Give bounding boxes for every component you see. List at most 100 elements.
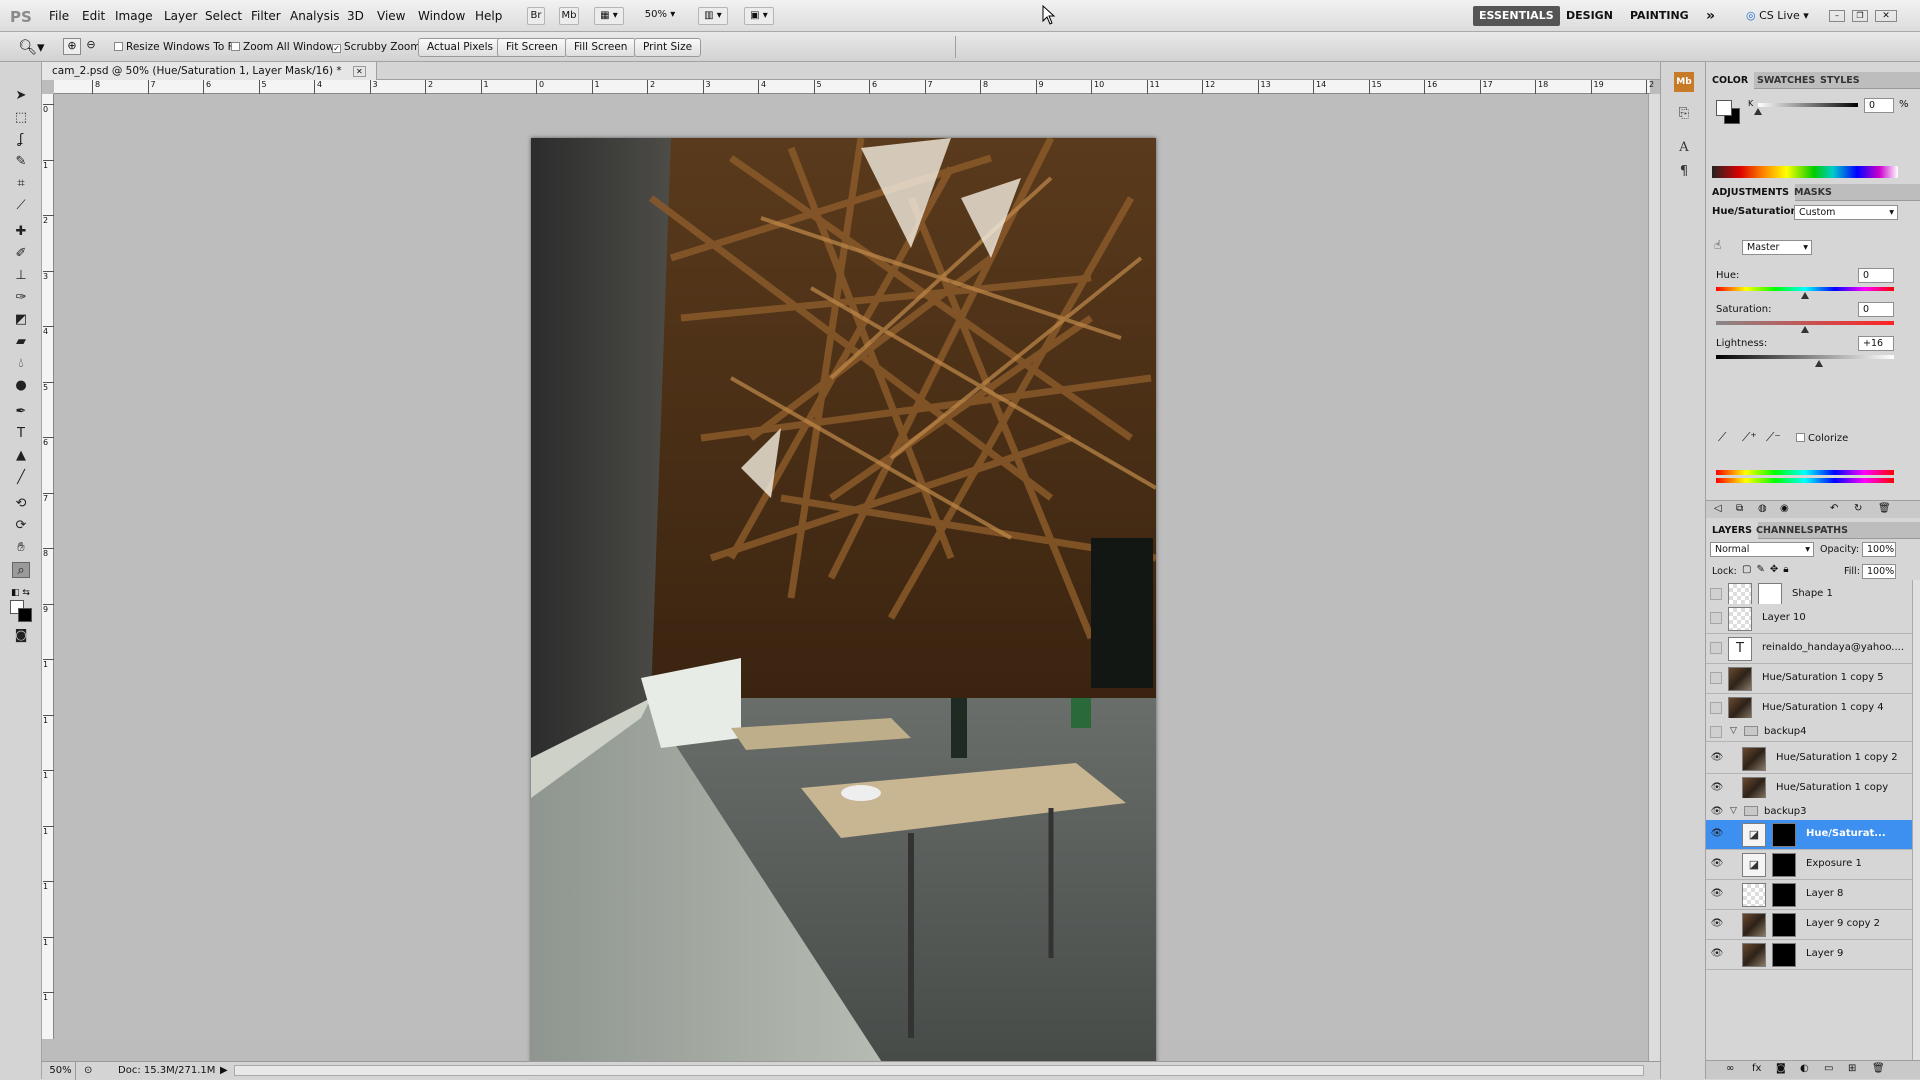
eye-icon[interactable]: 👁︎ [1710,806,1724,818]
layer-row[interactable]: 👁︎ ◪ Exposure 1 [1706,850,1912,880]
channel-select[interactable]: Master ▾ [1742,240,1812,255]
horizontal-scrollbar[interactable] [234,1065,1644,1076]
vertical-scrollbar[interactable] [1648,94,1660,1061]
saturation-thumb[interactable] [1801,326,1809,333]
expand-view-icon[interactable]: ⧉ [1736,503,1743,514]
menu-layer[interactable]: Layer [164,9,197,23]
menu-view[interactable]: View [377,9,405,23]
visibility-toggle[interactable] [1710,702,1722,714]
saturation-field[interactable]: 0 [1858,302,1894,317]
layer-row[interactable]: Hue/Saturation 1 copy 5 [1706,664,1912,694]
line-tool-icon[interactable]: ╱ [12,470,30,486]
layer-row[interactable]: ▽ backup4 [1706,718,1912,742]
3d-rotate-icon[interactable]: ⟲ [12,496,30,512]
menu-window[interactable]: Window [418,9,465,23]
paragraph-icon[interactable]: ¶ [1674,162,1694,182]
tab-paths[interactable]: PATHS [1808,522,1854,539]
menu-select[interactable]: Select [205,9,242,23]
color-foreground-swatch[interactable] [1716,100,1732,116]
status-arrow-icon[interactable]: ▶ [220,1062,228,1080]
3d-orbit-icon[interactable]: ⟳ [12,518,30,534]
trash-icon[interactable]: 🗑︎ [1878,503,1891,514]
color-spectrum-ramp[interactable] [1712,166,1898,178]
group-expand-icon[interactable]: ▽ [1730,806,1737,816]
zoom-tool-preset-icon[interactable]: 🔍︎▾ [18,38,45,56]
new-adjustment-icon[interactable]: ◐ [1800,1063,1809,1074]
previous-state-icon[interactable]: ↶ [1830,503,1838,514]
layer-mask-thumbnail[interactable] [1772,883,1796,907]
k-slider-track[interactable] [1758,103,1858,107]
preset-select[interactable]: Custom ▾ [1794,205,1898,220]
clip-icon[interactable]: ◍ [1758,503,1767,514]
eye-icon[interactable]: 👁︎ [1710,858,1724,870]
status-zoom[interactable]: 50% [46,1062,76,1080]
path-selection-icon[interactable]: ▲ [12,448,30,464]
workspace-essentials[interactable]: ESSENTIALS [1473,6,1560,26]
visibility-toggle[interactable] [1710,726,1722,738]
resize-windows-checkbox[interactable]: Resize Windows To Fit [114,41,240,53]
lightness-slider[interactable] [1716,355,1894,359]
fill-field[interactable]: 100% [1862,564,1896,579]
close-tab-icon[interactable]: ✕ [353,66,366,77]
visibility-toggle[interactable] [1710,612,1722,624]
layer-row[interactable]: 👁︎ Hue/Saturation 1 copy 2 [1706,744,1912,774]
lightness-thumb[interactable] [1815,360,1823,367]
menu-edit[interactable]: Edit [82,9,105,23]
menu-filter[interactable]: Filter [251,9,281,23]
tab-styles[interactable]: STYLES [1814,72,1866,89]
eye-icon[interactable]: 👁︎ [1710,948,1724,960]
eyedropper-tool-icon[interactable]: ⟋ [12,198,30,214]
eye-icon[interactable]: 👁︎ [1710,918,1724,930]
more-workspaces-icon[interactable]: » [1700,6,1721,26]
link-layers-icon[interactable]: ∞ [1726,1063,1734,1074]
target-adjustment-icon[interactable]: ☝ [1714,238,1721,252]
character-icon[interactable]: A [1674,138,1694,158]
workspace-design[interactable]: DESIGN [1560,6,1619,26]
delete-layer-icon[interactable]: 🗑︎ [1872,1063,1885,1074]
visibility-toggle[interactable] [1710,642,1722,654]
menu-help[interactable]: Help [475,9,502,23]
brush-tool-icon[interactable]: ✐ [12,246,30,262]
layer-mask-thumbnail[interactable] [1772,823,1796,847]
return-icon[interactable]: ◁ [1714,503,1722,514]
new-group-icon[interactable]: ▭ [1824,1063,1833,1074]
marquee-tool-icon[interactable]: ⬚ [12,110,30,126]
layer-row[interactable]: Treinaldo_handaya@yahoo.... [1706,634,1912,664]
k-slider-thumb[interactable] [1754,108,1762,115]
background-color-swatch[interactable] [18,608,32,622]
status-menu-icon[interactable]: ⊙ [84,1062,92,1080]
mini-bridge-icon[interactable]: Mb [1674,72,1694,92]
document-image[interactable] [531,138,1156,1076]
layer-mask-thumbnail[interactable] [1772,853,1796,877]
bridge-button[interactable]: Br [527,7,545,25]
workspace-painting[interactable]: PAINTING [1624,6,1695,26]
reset-icon[interactable]: ↻ [1854,503,1862,514]
tab-masks[interactable]: MASKS [1788,184,1838,201]
layer-style-icon[interactable]: fx [1752,1063,1761,1074]
arrange-documents-button[interactable]: ▥ ▾ [698,7,728,25]
zoom-all-windows-checkbox[interactable]: Zoom All Windows [231,41,340,53]
eyedropper-icon[interactable]: ⟋ [1718,430,1726,445]
move-tool-icon[interactable]: ➤ [12,88,30,104]
k-value-field[interactable]: 0 [1864,98,1894,113]
history-icon[interactable]: ⎘ [1674,104,1694,124]
zoom-level-select[interactable]: 50% ▾ [638,7,682,25]
layer-mask-thumbnail[interactable] [1772,913,1796,937]
zoom-in-icon[interactable]: ⊕ [63,38,81,55]
clone-stamp-icon[interactable]: ⊥ [12,268,30,284]
eye-icon[interactable]: 👁︎ [1710,782,1724,794]
hue-slider[interactable] [1716,287,1894,291]
visibility-toggle[interactable] [1710,588,1722,600]
close-icon[interactable]: ✕ [1875,10,1897,22]
menu-image[interactable]: Image [115,9,153,23]
menu-file[interactable]: File [49,9,69,23]
quick-mask-icon[interactable]: ◙ [12,628,30,644]
tab-adjustments[interactable]: ADJUSTMENTS [1706,184,1796,201]
menu-analysis[interactable]: Analysis [290,9,339,23]
screen-mode-button[interactable]: ▣ ▾ [744,7,774,25]
type-tool-icon[interactable]: T [12,426,30,442]
lightness-field[interactable]: +16 [1858,336,1894,351]
minimize-icon[interactable]: – [1829,10,1845,22]
layer-row[interactable]: 👁︎ ▽ backup3 [1706,798,1912,822]
add-mask-icon[interactable]: ◙ [1776,1063,1786,1074]
